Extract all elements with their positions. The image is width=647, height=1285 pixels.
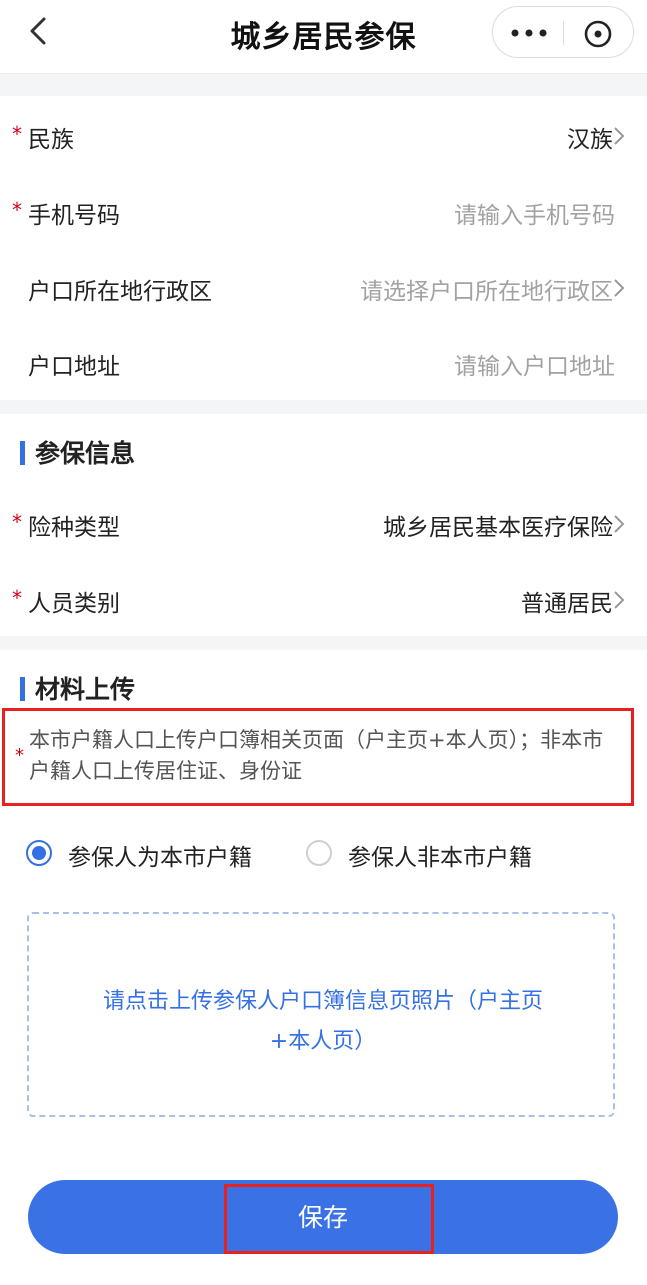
more-icon[interactable] bbox=[509, 23, 549, 43]
insurance-type-row[interactable]: * 险种类型 城乡居民基本医疗保险 bbox=[0, 486, 647, 562]
phone-input[interactable]: 请输入手机号码 bbox=[454, 196, 615, 230]
phone-row[interactable]: * 手机号码 请输入手机号码 bbox=[0, 174, 647, 250]
insurance-type-label: 险种类型 bbox=[28, 515, 120, 541]
hukou-address-label: 户口地址 bbox=[28, 354, 120, 380]
person-category-label: 人员类别 bbox=[28, 591, 120, 617]
upload-notice-text: 本市户籍人口上传户口簿相关页面（户主页+本人页）；非本市户籍人口上传居住证、身份… bbox=[29, 728, 604, 783]
required-mark: * bbox=[12, 586, 22, 610]
section-title-materials: 材料上传 bbox=[20, 670, 135, 706]
upload-hint: 请点击上传参保人户口簿信息页照片（户主页 +本人页） bbox=[69, 982, 577, 1062]
radio-local-hukou-label[interactable]: 参保人为本市户籍 bbox=[68, 838, 252, 872]
hukou-address-input[interactable]: 请输入户口地址 bbox=[454, 347, 615, 381]
nav-bar: 城乡居民参保 bbox=[0, 0, 647, 74]
radio-nonlocal-hukou-label[interactable]: 参保人非本市户籍 bbox=[348, 838, 532, 872]
hukou-address-row[interactable]: 户口地址 请输入户口地址 bbox=[0, 325, 647, 401]
section-title-insurance: 参保信息 bbox=[20, 434, 135, 470]
upload-hint-line2: +本人页） bbox=[269, 1029, 377, 1054]
basic-info-card: * 民族 汉族 * 手机号码 请输入手机号码 户口所在地行政区 请选择户口所在地… bbox=[0, 96, 647, 400]
hukou-radio-group: 参保人为本市户籍 参保人非本市户籍 bbox=[0, 836, 647, 872]
required-mark: * bbox=[12, 122, 22, 146]
insurance-type-value: 城乡居民基本医疗保险 bbox=[383, 515, 613, 541]
photo-upload-area[interactable]: 请点击上传参保人户口簿信息页照片（户主页 +本人页） bbox=[27, 912, 615, 1117]
required-mark: * bbox=[15, 745, 24, 766]
hukou-region-row[interactable]: 户口所在地行政区 请选择户口所在地行政区 bbox=[0, 250, 647, 326]
capsule-divider bbox=[563, 21, 564, 45]
section-accent-bar bbox=[20, 441, 25, 465]
required-mark: * bbox=[12, 510, 22, 534]
upload-notice: * 本市户籍人口上传户口簿相关页面（户主页+本人页）；非本市户籍人口上传居住证、… bbox=[2, 708, 634, 806]
hukou-region-label: 户口所在地行政区 bbox=[28, 279, 212, 305]
save-button-label: 保存 bbox=[297, 1203, 348, 1232]
phone-label: 手机号码 bbox=[28, 203, 120, 229]
chevron-right-icon bbox=[614, 127, 625, 145]
hukou-region-select[interactable]: 请选择户口所在地行政区 bbox=[360, 272, 613, 306]
insurance-info-card: 参保信息 * 险种类型 城乡居民基本医疗保险 * 人员类别 普通居民 bbox=[0, 414, 647, 636]
close-circle-icon[interactable] bbox=[583, 19, 613, 49]
section-title-text: 材料上传 bbox=[35, 675, 136, 704]
ethnicity-label: 民族 bbox=[28, 127, 74, 153]
mini-program-capsule bbox=[492, 6, 634, 58]
chevron-right-icon bbox=[614, 279, 625, 297]
radio-nonlocal-hukou[interactable] bbox=[306, 840, 332, 866]
radio-local-hukou[interactable] bbox=[26, 840, 52, 866]
ethnicity-value: 汉族 bbox=[567, 127, 613, 153]
upload-hint-line1: 请点击上传参保人户口簿信息页照片（户主页 bbox=[102, 989, 543, 1014]
materials-card: 材料上传 * 本市户籍人口上传户口簿相关页面（户主页+本人页）；非本市户籍人口上… bbox=[0, 650, 647, 1285]
save-button[interactable]: 保存 bbox=[28, 1180, 618, 1254]
section-title-text: 参保信息 bbox=[35, 439, 136, 468]
person-category-value: 普通居民 bbox=[521, 591, 613, 617]
person-category-row[interactable]: * 人员类别 普通居民 bbox=[0, 562, 647, 638]
chevron-right-icon bbox=[614, 515, 625, 533]
section-accent-bar bbox=[20, 677, 25, 701]
ethnicity-row[interactable]: * 民族 汉族 bbox=[0, 98, 647, 174]
chevron-right-icon bbox=[614, 591, 625, 609]
required-mark: * bbox=[12, 198, 22, 222]
